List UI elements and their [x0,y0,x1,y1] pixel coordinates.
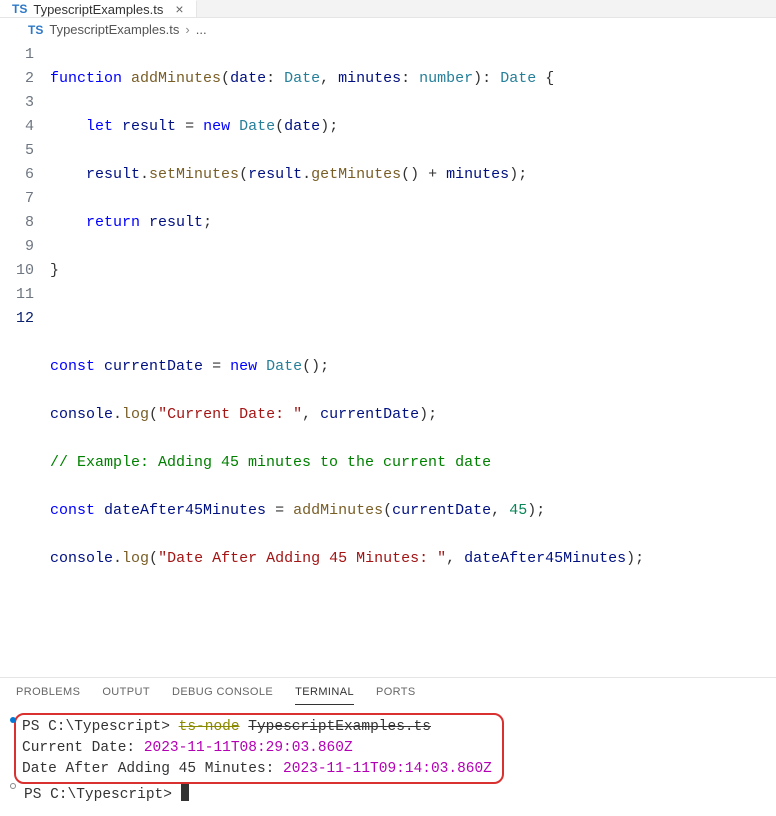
highlight-annotation: PS C:\Typescript> ts-node TypescriptExam… [14,713,504,784]
code-editor[interactable]: 1 2 3 4 5 6 7 8 9 10 11 12 function addM… [0,43,776,677]
line-number: 1 [0,43,34,67]
active-session-icon [10,717,16,723]
editor-tab-bar: TS TypescriptExamples.ts × [0,0,776,18]
terminal-out-value: 2023-11-11T09:14:03.860Z [283,761,492,777]
tab-ports[interactable]: PORTS [376,686,416,705]
idle-session-icon [10,783,16,789]
tab-output[interactable]: OUTPUT [102,686,150,705]
line-number: 5 [0,139,34,163]
line-number: 11 [0,283,34,307]
terminal-prompt: PS C:\Typescript> [24,787,172,803]
line-number: 10 [0,259,34,283]
tab-debug-console[interactable]: DEBUG CONSOLE [172,686,273,705]
terminal-arg: TypescriptExamples.ts [248,719,431,735]
line-number: 3 [0,91,34,115]
line-gutter: 1 2 3 4 5 6 7 8 9 10 11 12 [0,43,50,667]
breadcrumb[interactable]: TS TypescriptExamples.ts › ... [0,18,776,43]
panel-tab-bar: PROBLEMS OUTPUT DEBUG CONSOLE TERMINAL P… [0,678,776,705]
line-number: 9 [0,235,34,259]
line-number: 2 [0,67,34,91]
terminal-cursor [181,784,189,801]
line-number: 4 [0,115,34,139]
tab-filename: TypescriptExamples.ts [33,2,163,17]
line-number: 8 [0,211,34,235]
terminal-out-label: Current Date: [22,740,144,756]
ts-file-icon: TS [28,23,43,37]
editor-tab[interactable]: TS TypescriptExamples.ts × [0,0,197,17]
ts-file-icon: TS [12,2,27,16]
terminal-prompt: PS C:\Typescript> [22,719,170,735]
line-number: 6 [0,163,34,187]
code-content[interactable]: function addMinutes(date: Date, minutes:… [50,43,776,667]
bottom-panel: PROBLEMS OUTPUT DEBUG CONSOLE TERMINAL P… [0,677,776,678]
terminal-out-value: 2023-11-11T08:29:03.860Z [144,740,353,756]
tab-problems[interactable]: PROBLEMS [16,686,80,705]
breadcrumb-filename: TypescriptExamples.ts [49,22,179,37]
close-icon[interactable]: × [175,1,183,17]
line-number: 12 [0,307,34,331]
terminal-out-label: Date After Adding 45 Minutes: [22,761,283,777]
terminal-output[interactable]: PS C:\Typescript> ts-node TypescriptExam… [0,705,776,816]
line-number: 7 [0,187,34,211]
chevron-right-icon: › [185,22,189,37]
breadcrumb-ellipsis: ... [196,22,207,37]
tab-terminal[interactable]: TERMINAL [295,686,354,705]
terminal-command: ts-node [179,719,240,735]
